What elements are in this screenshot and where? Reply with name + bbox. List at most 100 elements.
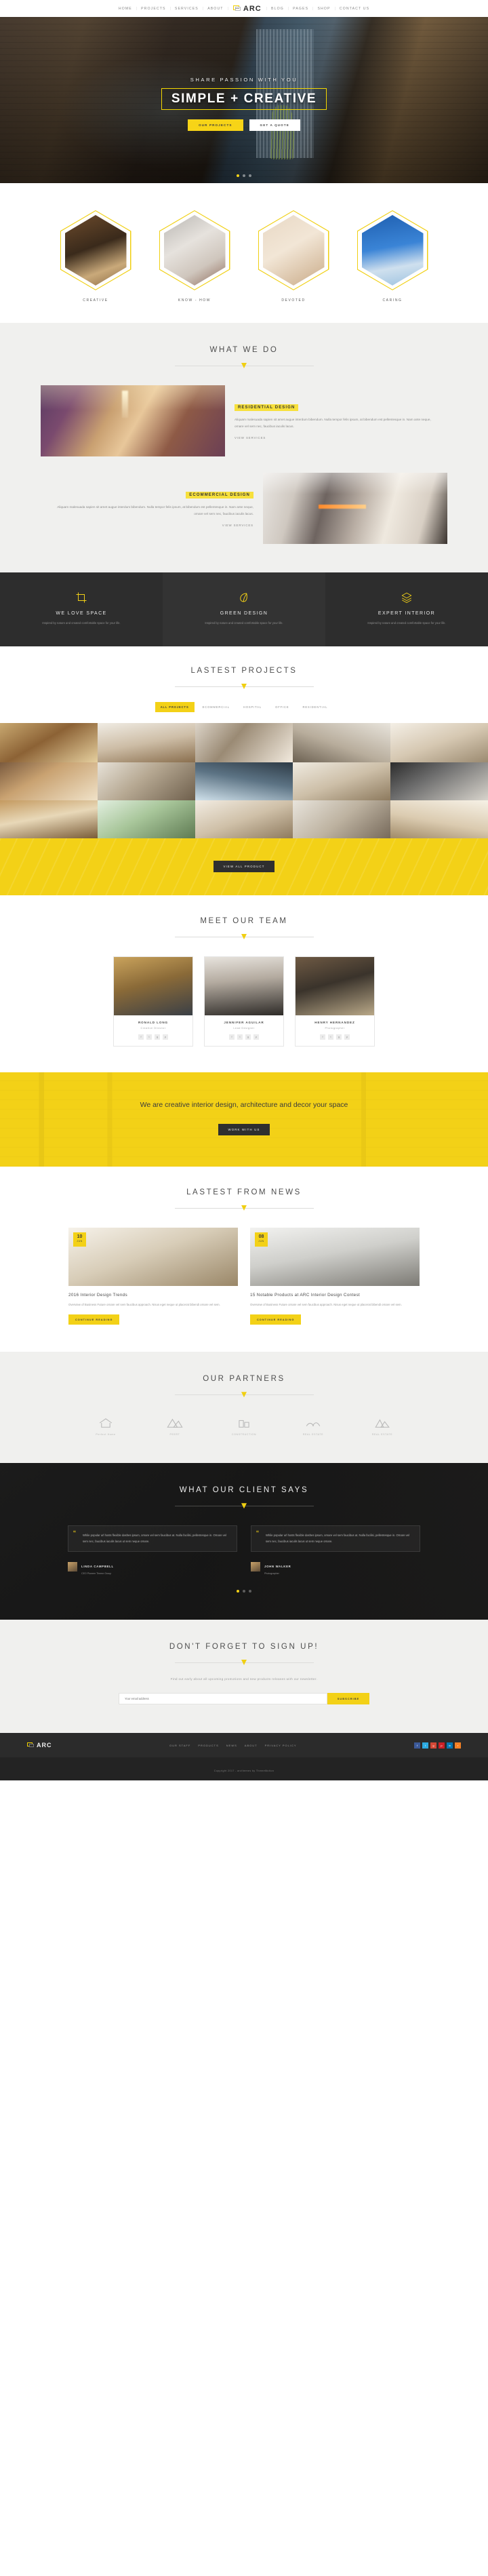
residential-design-body: Aliquam malesuada sapien sit amet augue … [235, 418, 431, 428]
partner-logo[interactable]: REAL ESTATE [359, 1416, 405, 1436]
twitter-icon[interactable]: t [328, 1034, 333, 1040]
email-field[interactable] [119, 1693, 327, 1705]
subscribe-button[interactable]: SUBSCRIBE [327, 1693, 369, 1705]
project-tile[interactable] [98, 722, 195, 762]
project-tile[interactable] [195, 762, 293, 800]
service-we-love-space[interactable]: WE LOVE SPACE Inspired by nature and cre… [0, 572, 163, 646]
pinterest-icon[interactable]: p [344, 1034, 350, 1040]
google-plus-icon[interactable]: g [155, 1034, 160, 1040]
project-tile[interactable] [0, 762, 98, 800]
view-services-link[interactable]: VIEW SERVICES [222, 524, 253, 527]
filter-residential[interactable]: RESIDENTIAL [298, 702, 333, 712]
project-tile[interactable] [390, 800, 488, 838]
partner-logo[interactable]: Perfect Home [83, 1416, 129, 1436]
project-tile[interactable] [293, 800, 390, 838]
nav-item-about[interactable]: ABOUT [203, 7, 227, 11]
nav-item-home[interactable]: HOME [115, 7, 136, 11]
filter-office[interactable]: OFFICE [270, 702, 294, 712]
nav-item-blog[interactable]: BLOG [267, 7, 288, 11]
footer-link-news[interactable]: NEWS [226, 1744, 237, 1747]
project-tile[interactable] [293, 722, 390, 762]
twitter-icon[interactable]: t [146, 1034, 152, 1040]
google-plus-icon[interactable]: g [245, 1034, 251, 1040]
feature-item-caring[interactable]: CARING [350, 210, 434, 303]
linkedin-icon[interactable]: in [447, 1742, 453, 1749]
facebook-icon[interactable]: f [320, 1034, 325, 1040]
hexagon-image-devoted [258, 210, 329, 290]
feature-label: CARING [382, 298, 403, 303]
pinterest-icon[interactable]: p [253, 1034, 259, 1040]
team-member-card[interactable]: JENNIFER AGUILAR Lead Designer ftgp [204, 956, 284, 1047]
nav-item-pages[interactable]: PAGES [289, 7, 312, 11]
continue-reading-button[interactable]: CONTINUE READING [68, 1314, 120, 1325]
project-tile[interactable] [0, 722, 98, 762]
post-title[interactable]: 2016 Interior Design Trends [68, 1293, 238, 1297]
residential-design-image [41, 385, 225, 456]
copyright-bar: Copyright 2017 - arcthemes by ThemeMotio… [0, 1757, 488, 1781]
copyright-text: Copyright 2017 - arcthemes by ThemeMotio… [214, 1770, 274, 1773]
team-member-card[interactable]: HENRY HERNANDEZ Photographer ftgp [295, 956, 375, 1047]
nav-item-services[interactable]: SERVICES [171, 7, 203, 11]
project-tile[interactable] [195, 800, 293, 838]
service-expert-interior[interactable]: EXPERT INTERIOR Inspired by nature and c… [325, 572, 488, 646]
hero-dot-1[interactable] [237, 174, 239, 177]
hero-dot-3[interactable] [249, 174, 251, 177]
footer-logo[interactable]: ARC [27, 1742, 52, 1749]
feature-item-devoted[interactable]: DEVOTED [251, 210, 336, 303]
project-tile[interactable] [293, 762, 390, 800]
feature-item-creative[interactable]: CREATIVE [54, 210, 138, 303]
view-all-product-button[interactable]: VIEW ALL PRODUCT [214, 860, 274, 872]
hexagon-image-creative [60, 210, 131, 290]
footer-link-privacy-policy[interactable]: PRIVACY POLICY [265, 1744, 297, 1747]
nav-item-contact-us[interactable]: CONTACT US [336, 7, 373, 11]
footer-link-products[interactable]: PRODUCTS [198, 1744, 218, 1747]
footer-link-our-staff[interactable]: OUR STAFF [169, 1744, 190, 1747]
hero-slider-dots[interactable] [0, 174, 488, 177]
twitter-icon[interactable]: t [422, 1742, 428, 1749]
partner-logo[interactable]: PEERT [152, 1416, 198, 1436]
partner-logo[interactable]: REAL ESTATE [290, 1416, 336, 1436]
filter-ecommercial[interactable]: ECOMMERCIAL [197, 702, 235, 712]
pinterest-icon[interactable]: p [163, 1034, 168, 1040]
facebook-icon[interactable]: f [414, 1742, 420, 1749]
facebook-icon[interactable]: f [229, 1034, 235, 1040]
testimonial-dot-1[interactable] [237, 1590, 239, 1593]
filter-all-projects[interactable]: ALL PROJECTS [155, 701, 195, 712]
testimonial-dot-3[interactable] [249, 1590, 251, 1593]
our-projects-button[interactable]: OUR PROJECTS [188, 119, 243, 131]
site-logo[interactable]: ARC [228, 5, 266, 13]
testimonial-dot-2[interactable] [243, 1590, 245, 1593]
real-estate-icon [290, 1416, 336, 1430]
google-plus-icon[interactable]: g [336, 1034, 342, 1040]
hero-dot-2[interactable] [243, 174, 245, 177]
news-post-card[interactable]: 10 JUN 2016 Interior Design Trends Overv… [68, 1227, 238, 1325]
testimonial-dots[interactable] [0, 1590, 488, 1593]
project-tile[interactable] [98, 800, 195, 838]
continue-reading-button[interactable]: CONTINUE READING [250, 1314, 302, 1325]
google-plus-icon[interactable]: g [430, 1742, 436, 1749]
nav-item-projects[interactable]: PROJECTS [137, 7, 169, 11]
service-green-design[interactable]: GREEN DESIGN Inspired by nature and crea… [163, 572, 325, 646]
partner-logo[interactable]: CONSTRUCTION [221, 1416, 267, 1436]
filter-hospital[interactable]: HOSPITAL [238, 702, 267, 712]
post-title[interactable]: 15 Notable Products at ARC Interior Desi… [250, 1293, 420, 1297]
team-member-card[interactable]: RONALD LONG Creative Director ftgp [113, 956, 193, 1047]
pinterest-icon[interactable]: p [439, 1742, 445, 1749]
get-a-quote-button[interactable]: GET A QUOTE [249, 119, 300, 131]
member-role: Creative Director [140, 1026, 166, 1030]
view-services-link[interactable]: VIEW SERVICES [235, 436, 266, 440]
project-tile[interactable] [390, 762, 488, 800]
project-tile[interactable] [0, 800, 98, 838]
work-with-us-button[interactable]: WORK WITH US [218, 1123, 270, 1135]
project-tile[interactable] [98, 762, 195, 800]
facebook-icon[interactable]: f [138, 1034, 144, 1040]
nav-item-shop[interactable]: SHOP [313, 7, 334, 11]
project-tile[interactable] [195, 722, 293, 762]
feature-item-knowhow[interactable]: KNOW - HOW [152, 210, 237, 303]
rss-icon[interactable]: r [455, 1742, 461, 1749]
twitter-icon[interactable]: t [237, 1034, 243, 1040]
project-tile[interactable] [390, 722, 488, 762]
news-post-card[interactable]: 08 JUN 15 Notable Products at ARC Interi… [250, 1227, 420, 1325]
post-date-badge: 10 JUN [73, 1232, 86, 1247]
footer-link-about[interactable]: ABOUT [245, 1744, 258, 1747]
